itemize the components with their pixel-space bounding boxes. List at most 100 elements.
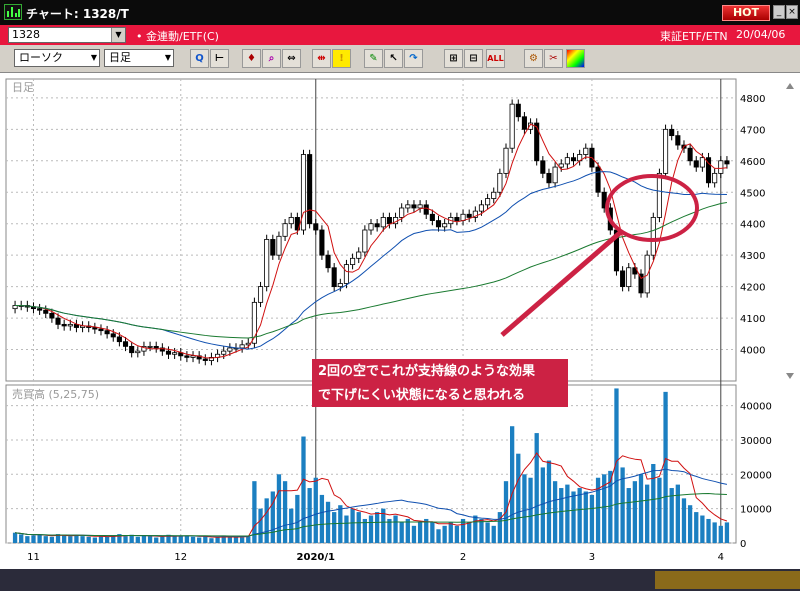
alert-icon[interactable]: ! — [332, 49, 351, 68]
title-bar[interactable]: チャート: 1328/T HOT _ × — [0, 0, 800, 25]
candle-body — [307, 154, 313, 225]
chart-area[interactable]: 日足 売買高 (5,25,75) 4000 4100 4200 4300 4400 4500 4… — [0, 73, 800, 591]
indicator-icon[interactable]: ♦ — [242, 49, 261, 68]
volume-bar — [368, 515, 374, 543]
move-icon[interactable]: ⇹ — [312, 49, 331, 68]
candle-body — [356, 251, 362, 259]
volume-bar — [417, 522, 423, 543]
scroll-down-icon — [786, 373, 794, 379]
volume-bar — [663, 391, 668, 543]
search-icon[interactable]: ⌕ — [262, 49, 281, 68]
symbol-code-input[interactable]: 1328 ▼ — [8, 27, 126, 43]
candle-body — [699, 157, 705, 168]
candle-body — [67, 323, 73, 327]
candle-body — [497, 172, 503, 193]
volume-bar — [319, 494, 325, 543]
candle-body — [423, 204, 429, 215]
close-button[interactable]: × — [786, 5, 798, 19]
volume-bar — [430, 522, 435, 543]
volume-bar — [37, 534, 42, 543]
candle-body — [411, 204, 417, 209]
volume-bar — [399, 522, 404, 543]
all-range-icon[interactable]: ALL — [486, 49, 505, 68]
candle-body — [116, 336, 122, 343]
price-tick-label: 4700 — [740, 125, 765, 136]
volume-bar — [411, 525, 417, 543]
volume-bar — [258, 508, 263, 543]
volume-bar — [436, 529, 441, 543]
chart-app-icon — [4, 4, 22, 20]
candle-body — [325, 254, 331, 269]
period-value: 日足 — [109, 51, 131, 64]
candle-wide-icon[interactable]: ⊟ — [464, 49, 483, 68]
candle-body — [540, 160, 546, 174]
volume-bar — [80, 536, 85, 543]
period-select[interactable]: 日足 ▼ — [104, 49, 174, 67]
compare-icon[interactable]: ⇔ — [282, 49, 301, 68]
volume-bar — [49, 536, 55, 543]
volume-bar — [295, 494, 300, 543]
volume-bar — [141, 535, 147, 543]
chart-type-select[interactable]: ローソク ▼ — [14, 49, 100, 67]
price-tick-label: 4500 — [740, 188, 765, 199]
volume-bar — [190, 536, 196, 543]
volume-bar — [681, 498, 687, 543]
volume-bar — [227, 536, 233, 543]
candle-body — [202, 358, 208, 361]
chevron-down-icon: ▼ — [90, 53, 97, 62]
volume-bar — [651, 464, 656, 543]
volume-bar — [491, 525, 496, 543]
volume-bar — [522, 474, 527, 543]
volume-bar — [700, 515, 705, 543]
candle-narrow-icon[interactable]: ⊞ — [444, 49, 463, 68]
chevron-down-icon[interactable]: ▼ — [111, 28, 125, 42]
price-chart-svg[interactable]: 日足売買高 (5,25,75) 4000 4100 4200 4300 4400 4500 4… — [0, 73, 800, 591]
x-tick-label: 4 — [718, 552, 724, 563]
candle-body — [172, 352, 178, 355]
volume-panel-label: 売買高 (5,25,75) — [12, 387, 99, 401]
candle-body — [644, 254, 650, 294]
pencil-icon[interactable]: ✎ — [364, 49, 383, 68]
candle-body — [49, 312, 55, 319]
candle-body — [675, 135, 681, 146]
volume-bar — [289, 508, 294, 543]
candle-body — [55, 317, 61, 325]
volume-bar — [68, 536, 73, 543]
volume-bar — [405, 518, 410, 543]
settings-icon[interactable]: ⚙ — [524, 49, 543, 68]
volume-bar — [332, 512, 337, 543]
x-tick-label: 11 — [27, 552, 40, 563]
volume-tick-label: 30000 — [740, 436, 772, 447]
volume-bar — [98, 536, 104, 543]
candle-body — [98, 328, 104, 332]
volume-bar — [154, 537, 159, 543]
zoom-icon[interactable]: Q — [190, 49, 209, 68]
volume-bar — [338, 505, 343, 543]
candle-body — [350, 257, 356, 266]
candle-body — [313, 223, 319, 231]
candle-body — [669, 128, 675, 137]
chart-toolbar: ローソク ▼ 日足 ▼ Q ⊢ ♦ ⌕ ⇔ ⇹ ! ✎ ↖ ↷ ⊞ ⊟ ALL ⚙ … — [0, 45, 800, 73]
volume-bar — [393, 515, 398, 543]
window-title: チャート: 1328/T — [26, 7, 129, 21]
candle-body — [503, 147, 509, 174]
candle-body — [270, 239, 276, 256]
candle-body — [343, 264, 350, 284]
pointer-icon[interactable]: ↖ — [384, 49, 403, 68]
wrench-icon[interactable]: ✂ — [544, 49, 563, 68]
volume-bar — [534, 433, 539, 543]
candle-body — [92, 327, 98, 330]
candle-body — [583, 147, 589, 155]
minimize-button[interactable]: _ — [773, 5, 785, 19]
candle-body — [61, 323, 67, 327]
volume-bar — [706, 518, 711, 543]
redo-icon[interactable]: ↷ — [404, 49, 423, 68]
volume-bar — [442, 525, 447, 543]
cursor-split-icon[interactable]: ⊢ — [210, 49, 229, 68]
color-palette-icon[interactable] — [566, 49, 585, 68]
volume-bar — [203, 536, 208, 543]
candle-body — [656, 172, 662, 218]
hot-button[interactable]: HOT — [722, 5, 770, 21]
candle-body — [478, 204, 485, 212]
x-tick-label: 2020/1 — [297, 552, 335, 563]
